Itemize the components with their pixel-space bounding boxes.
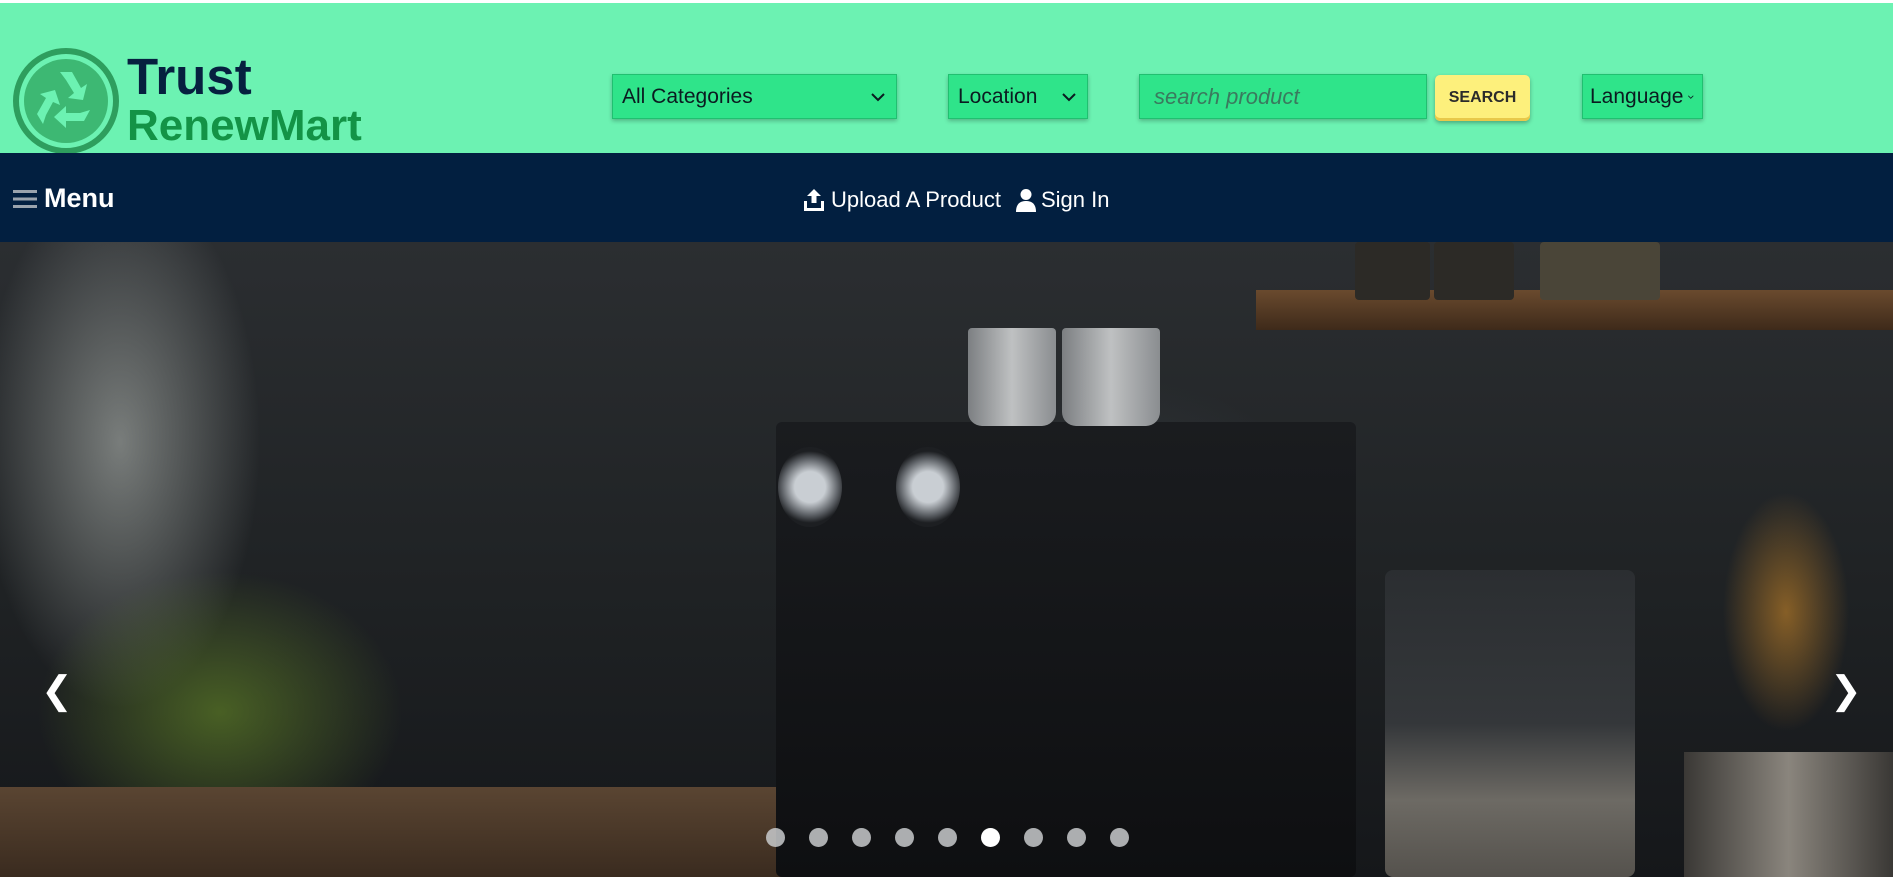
pressure-gauge <box>778 447 842 527</box>
carousel-dot[interactable] <box>1024 828 1043 847</box>
sign-in-link[interactable]: Sign In <box>1016 187 1110 213</box>
carousel-dot[interactable] <box>938 828 957 847</box>
metal-canister <box>1684 752 1893 877</box>
pressure-gauge <box>896 447 960 527</box>
hero-image <box>0 242 1893 877</box>
espresso-machine <box>776 422 1356 877</box>
coffee-grinder <box>1385 570 1635 877</box>
carousel-indicators <box>766 828 1153 847</box>
upload-icon <box>804 189 824 211</box>
counter-surface <box>0 787 880 877</box>
search-input[interactable] <box>1139 74 1427 119</box>
category-select[interactable]: All Categories <box>612 74 897 119</box>
recycle-icon[interactable] <box>11 46 121 156</box>
sign-in-label: Sign In <box>1041 187 1110 212</box>
language-select-value: Language <box>1590 84 1684 108</box>
chevron-down-icon <box>1688 94 1695 99</box>
location-select-value: Location <box>958 84 1038 108</box>
menu-label: Menu <box>44 183 115 213</box>
language-select[interactable]: Language <box>1582 74 1703 119</box>
upload-product-label: Upload A Product <box>831 187 1002 212</box>
brand-line-1: Trust <box>127 48 252 105</box>
carousel-dot[interactable] <box>852 828 871 847</box>
carousel-next-button[interactable]: ❯ <box>1830 672 1862 710</box>
spice-jar <box>1355 242 1430 300</box>
user-icon <box>1016 189 1036 212</box>
carousel-dot[interactable] <box>1110 828 1129 847</box>
hamburger-icon <box>13 189 37 208</box>
upload-product-link[interactable]: Upload A Product <box>802 187 1001 213</box>
coffee-cup <box>1062 328 1160 426</box>
chevron-down-icon <box>1062 92 1076 101</box>
brand-name[interactable]: Trust RenewMart <box>127 51 362 148</box>
search-button[interactable]: SEARCH <box>1435 75 1530 121</box>
brand-line-2: RenewMart <box>127 101 362 150</box>
carousel-dot[interactable] <box>1067 828 1086 847</box>
header: Trust RenewMart All Categories Location … <box>0 3 1893 156</box>
spice-jar <box>1540 242 1660 300</box>
carousel-dot[interactable] <box>809 828 828 847</box>
nav-bar: Menu Upload A Product Sign In <box>0 153 1893 242</box>
carousel-prev-button[interactable]: ❮ <box>41 672 73 710</box>
carousel-dot[interactable] <box>981 828 1000 847</box>
carousel-dot[interactable] <box>895 828 914 847</box>
spice-jar <box>1434 242 1514 300</box>
chevron-down-icon <box>871 92 885 101</box>
hero-carousel[interactable]: ❮ ❯ <box>0 242 1893 877</box>
coffee-cup <box>968 328 1056 426</box>
carousel-dot[interactable] <box>766 828 785 847</box>
location-select[interactable]: Location <box>948 74 1088 119</box>
category-select-value: All Categories <box>622 84 753 108</box>
menu-button[interactable]: Menu <box>13 183 115 214</box>
